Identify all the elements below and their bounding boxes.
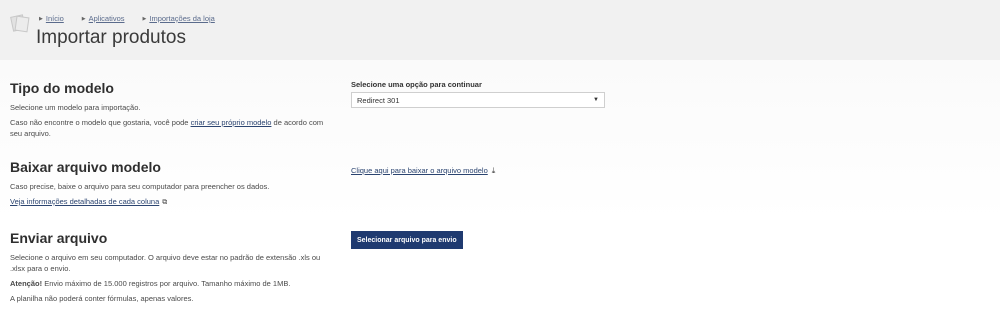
model-select[interactable]: Redirect 301 ▼ — [351, 92, 605, 108]
model-type-title: Tipo do modelo — [10, 80, 114, 96]
send-file-attention: Atenção! Envio máximo de 15.000 registro… — [10, 278, 330, 289]
caret-right-icon: ▶ — [142, 15, 147, 22]
breadcrumb-item[interactable]: ▶ Aplicativos — [82, 14, 125, 23]
model-type-section: Tipo do modelo Selecione um modelo para … — [10, 80, 330, 143]
breadcrumb-item[interactable]: ▶ Início — [39, 14, 64, 23]
breadcrumb-link-store-imports[interactable]: Importações da loja — [149, 14, 214, 23]
select-value: Redirect 301 — [357, 95, 400, 105]
caret-right-icon: ▶ — [39, 15, 43, 22]
create-model-link[interactable]: criar seu próprio modelo — [191, 118, 272, 127]
model-type-note: Caso não encontre o modelo que gostaria,… — [10, 117, 330, 139]
main-content: Tipo do modelo Selecione um modelo para … — [0, 60, 1000, 328]
breadcrumb: ▶ Início ▶ Aplicativos ▶ Importações da … — [39, 14, 215, 23]
download-link-group: Clique aqui para baixar o arquivo modelo… — [351, 160, 495, 178]
model-select-group: Selecione uma opção para continuar Redir… — [351, 80, 605, 108]
send-file-title: Enviar arquivo — [10, 230, 108, 246]
download-template-title: Baixar arquivo modelo — [10, 159, 161, 175]
model-type-desc: Selecione um modelo para importação. — [10, 103, 141, 112]
breadcrumb-link-home[interactable]: Início — [46, 14, 64, 23]
formula-note: A planilha não poderá conter fórmulas, a… — [10, 294, 194, 303]
select-label: Selecione uma opção para continuar — [351, 80, 482, 89]
page-title: Importar produtos — [36, 27, 186, 48]
caret-right-icon: ▶ — [81, 15, 86, 22]
upload-group: Selecionar arquivo para envio — [351, 231, 463, 249]
send-file-section: Enviar arquivo Selecione o arquivo em se… — [10, 230, 330, 308]
download-template-section: Baixar arquivo modelo Caso precise, baix… — [10, 159, 330, 212]
breadcrumb-link-apps[interactable]: Aplicativos — [89, 14, 125, 23]
download-template-link[interactable]: Clique aqui para baixar o arquivo modelo — [351, 166, 488, 175]
attention-label: Atenção! — [10, 279, 43, 288]
column-details-link[interactable]: Veja informações detalhadas de cada colu… — [10, 197, 159, 206]
import-docs-icon — [10, 14, 30, 33]
breadcrumb-item[interactable]: ▶ Importações da loja — [143, 14, 215, 23]
page-header: ▶ Início ▶ Aplicativos ▶ Importações da … — [0, 0, 1000, 60]
select-file-button[interactable]: Selecionar arquivo para envio — [351, 231, 463, 249]
download-template-desc: Caso precise, baixe o arquivo para seu c… — [10, 182, 270, 191]
download-icon: ⤓ — [491, 166, 496, 175]
attention-text: Envio máximo de 15.000 registros por arq… — [44, 279, 291, 288]
note-text-pre: Caso não encontre o modelo que gostaria,… — [10, 118, 189, 127]
chevron-down-icon: ▼ — [593, 97, 599, 103]
send-file-desc: Selecione o arquivo em seu computador. O… — [10, 253, 321, 273]
external-link-icon: ⧉ — [162, 199, 168, 206]
details-link-row: Veja informações detalhadas de cada colu… — [10, 196, 330, 208]
